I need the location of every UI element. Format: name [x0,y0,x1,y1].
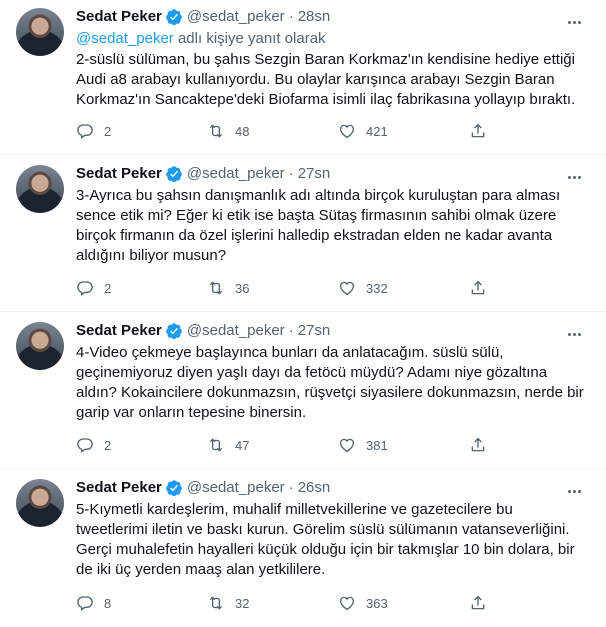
share-icon [471,437,485,452]
tweet-header: Sedat Peker @sedat_peker · 27sn [76,163,590,185]
like-button[interactable]: 332 [338,279,469,297]
tweet[interactable]: Sedat Peker @sedat_peker · 27sn 4-Video … [0,312,606,469]
reply-button[interactable]: 2 [76,436,207,454]
avatar[interactable] [16,322,64,370]
like-button[interactable]: 421 [338,122,469,140]
reply-icon [77,596,93,611]
share-button[interactable] [469,436,497,454]
reply-count: 2 [104,437,112,453]
reply-button[interactable]: 2 [76,122,207,140]
share-icon [471,123,485,138]
reply-context: @sedat_peker adlı kişiye yanıt olarak [76,29,590,49]
like-heart-icon [339,124,355,139]
separator: · [288,322,294,339]
retweet-button[interactable]: 47 [207,436,338,454]
retweet-count: 47 [235,437,250,453]
reply-count: 2 [104,123,112,139]
share-icon [471,595,485,610]
like-heart-icon [339,281,355,296]
tweet[interactable]: Sedat Peker @sedat_peker · 28sn @sedat_p… [0,0,606,155]
like-button[interactable]: 363 [338,594,469,612]
tweet-actions: 2 47 381 [76,436,497,454]
author-handle[interactable]: @sedat_peker [187,7,285,27]
like-heart-icon [339,438,355,453]
share-icon [471,280,485,295]
reply-suffix: adlı kişiye yanıt olarak [173,30,326,47]
timestamp[interactable]: 26sn [298,478,331,498]
retweet-button[interactable]: 48 [207,122,338,140]
retweet-icon [209,281,223,295]
retweet-count: 36 [235,280,250,296]
tweet[interactable]: Sedat Peker @sedat_peker · 26sn 5-Kıymet… [0,469,606,626]
verified-badge-icon [166,480,182,497]
reply-button[interactable]: 8 [76,594,207,612]
tweet-header: Sedat Peker @sedat_peker · 28sn [76,6,590,28]
timestamp[interactable]: 28sn [298,7,331,27]
tweet[interactable]: Sedat Peker @sedat_peker · 27sn 3-Ayrıca… [0,155,606,312]
more-options-icon[interactable] [564,324,584,344]
avatar[interactable] [16,8,64,56]
share-button[interactable] [469,594,497,612]
tweet-text: 4-Video çekmeye başlayınca bunları da an… [76,344,584,421]
tweet-feed: Sedat Peker @sedat_peker · 28sn @sedat_p… [0,0,606,626]
verified-badge-icon [166,9,182,26]
retweet-button[interactable]: 32 [207,594,338,612]
tweet-text: 5-Kıymetli kardeşlerim, muhalif milletve… [76,501,575,578]
more-options-icon[interactable] [564,167,584,187]
reply-count: 2 [104,280,112,296]
author-handle[interactable]: @sedat_peker [187,478,285,498]
avatar[interactable] [16,165,64,213]
more-options-icon[interactable] [564,12,584,32]
retweet-count: 32 [235,595,250,611]
separator: · [288,8,294,25]
retweet-icon [209,438,223,452]
tweet-header: Sedat Peker @sedat_peker · 27sn [76,320,590,342]
reply-icon [77,438,93,453]
more-options-icon[interactable] [564,481,584,501]
like-heart-icon [339,596,355,611]
like-button[interactable]: 381 [338,436,469,454]
timestamp[interactable]: 27sn [298,321,331,341]
mention-link[interactable]: @sedat_peker [76,30,174,47]
timestamp[interactable]: 27sn [298,164,331,184]
verified-badge-icon [166,166,182,183]
verified-badge-icon [166,323,182,340]
author-name[interactable]: Sedat Peker [76,321,162,341]
author-name[interactable]: Sedat Peker [76,164,162,184]
like-count: 332 [366,280,388,296]
author-name[interactable]: Sedat Peker [76,7,162,27]
tweet-actions: 8 32 363 [76,594,497,612]
reply-icon [77,281,93,296]
reply-count: 8 [104,595,112,611]
tweet-text: 2-süslü sülüman, bu şahıs Sezgin Baran K… [76,51,576,108]
avatar[interactable] [16,479,64,527]
share-button[interactable] [469,279,497,297]
author-handle[interactable]: @sedat_peker [187,321,285,341]
retweet-icon [209,124,223,138]
like-count: 381 [366,437,388,453]
separator: · [288,479,294,496]
like-count: 421 [366,123,388,139]
author-name[interactable]: Sedat Peker [76,478,162,498]
reply-icon [77,124,93,139]
tweet-actions: 2 36 332 [76,279,497,297]
tweet-text: 3-Ayrıca bu şahsın danışmanlık adı altın… [76,187,561,264]
share-button[interactable] [469,122,497,140]
reply-button[interactable]: 2 [76,279,207,297]
tweet-actions: 2 48 421 [76,122,497,140]
retweet-button[interactable]: 36 [207,279,338,297]
author-handle[interactable]: @sedat_peker [187,164,285,184]
tweet-header: Sedat Peker @sedat_peker · 26sn [76,477,590,499]
retweet-count: 48 [235,123,250,139]
separator: · [288,165,294,182]
retweet-icon [209,596,223,610]
like-count: 363 [366,595,388,611]
